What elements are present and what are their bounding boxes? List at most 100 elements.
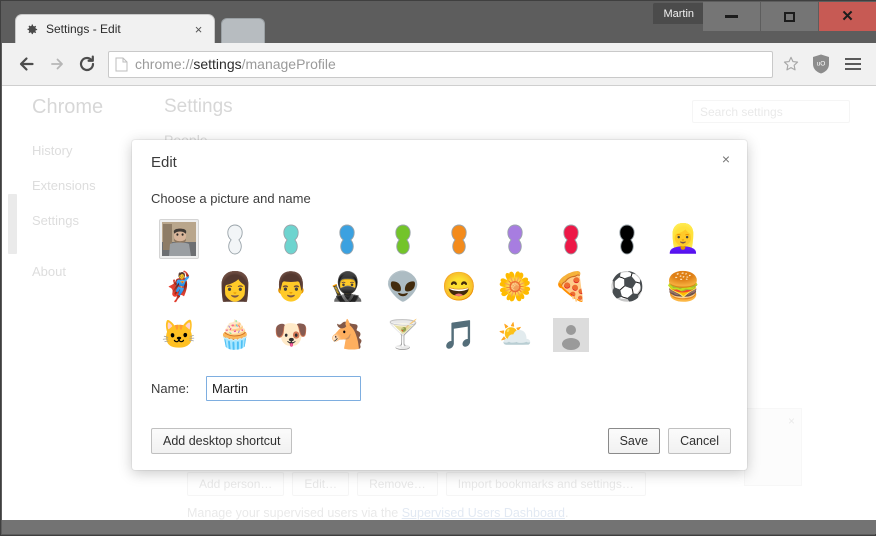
avatar-horse-glyph: 🐴: [329, 319, 365, 350]
avatar-horse-image: 🐴: [330, 321, 365, 349]
hamburger-menu-icon[interactable]: [840, 51, 866, 77]
avatar-man[interactable]: 👨: [263, 263, 319, 311]
address-bar[interactable]: chrome://settings/manageProfile: [108, 50, 773, 78]
bookmark-star-icon[interactable]: [779, 52, 803, 76]
avatar-blonde-woman-glyph: 👱‍♀️: [665, 223, 701, 254]
avatar-silhouette-green[interactable]: [375, 215, 431, 263]
avatar-photo-user-image: [159, 219, 199, 259]
back-arrow-icon: [19, 57, 34, 71]
page-document-icon: [115, 57, 128, 72]
scrollbar-thumb[interactable]: [8, 194, 17, 254]
avatar-man-image: 👨: [274, 273, 309, 301]
supervised-note-prefix: Manage your supervised users via the: [187, 506, 402, 520]
avatar-woman-sunglasses-image: 👩: [218, 273, 253, 301]
avatar-flower-glyph: 🌼: [497, 271, 533, 302]
avatar-sun-cloud-image: ⛅: [498, 321, 533, 349]
edit-person-button[interactable]: Edit…: [292, 472, 350, 496]
profile-card-close-icon[interactable]: ×: [788, 414, 795, 428]
avatar-pizza[interactable]: 🍕: [543, 263, 599, 311]
avatar-sun-cloud[interactable]: ⛅: [487, 311, 543, 359]
sidebar-brand: Chrome: [32, 96, 104, 118]
avatar-dog-glyph: 🐶: [273, 319, 309, 350]
avatar-cupcake[interactable]: 🧁: [207, 311, 263, 359]
avatar-music-note-glyph: 🎵: [441, 319, 477, 350]
avatar-ninja-glyph: 🥷: [329, 271, 365, 302]
avatar-blonde-woman[interactable]: 👱‍♀️: [655, 215, 711, 263]
tab-close-icon[interactable]: ×: [191, 22, 206, 37]
avatar-burger[interactable]: 🍔: [655, 263, 711, 311]
avatar-man-glyph: 👨: [273, 271, 309, 302]
avatar-silhouette-teal-image: [276, 223, 306, 255]
avatar-burger-image: 🍔: [666, 273, 701, 301]
avatar-music-note[interactable]: 🎵: [431, 311, 487, 359]
avatar-pizza-glyph: 🍕: [553, 271, 589, 302]
search-settings-input[interactable]: Search settings: [692, 100, 850, 123]
avatar-pizza-image: 🍕: [554, 273, 589, 301]
avatar-superhero[interactable]: 🦸: [151, 263, 207, 311]
avatar-cocktail-image: 🍸: [386, 321, 421, 349]
close-icon: ✕: [841, 8, 854, 25]
maximize-button[interactable]: [761, 2, 818, 31]
avatar-silhouette-purple[interactable]: [487, 215, 543, 263]
dialog-footer: Add desktop shortcut Save Cancel: [151, 428, 731, 454]
profile-badge[interactable]: Martin: [653, 3, 704, 24]
avatar-silhouette-red[interactable]: [543, 215, 599, 263]
avatar-cat[interactable]: 🐱: [151, 311, 207, 359]
avatar-ninja-image: 🥷: [330, 273, 365, 301]
avatar-horse[interactable]: 🐴: [319, 311, 375, 359]
avatar-cocktail[interactable]: 🍸: [375, 311, 431, 359]
avatar-silhouette-white[interactable]: [207, 215, 263, 263]
forward-button[interactable]: [42, 49, 72, 79]
extension-shield-icon[interactable]: uO: [808, 51, 834, 77]
add-person-button[interactable]: Add person…: [187, 472, 285, 496]
avatar-cat-glyph: 🐱: [161, 319, 197, 350]
avatar-woman-sunglasses[interactable]: 👩: [207, 263, 263, 311]
avatar-sun-cloud-glyph: ⛅: [497, 319, 533, 350]
avatar-smiley-glyph: 😄: [441, 271, 477, 302]
remove-person-button[interactable]: Remove…: [357, 472, 438, 496]
avatar-photo-user[interactable]: [151, 215, 207, 263]
name-label: Name:: [151, 381, 190, 396]
avatar-dog[interactable]: 🐶: [263, 311, 319, 359]
dialog-close-icon[interactable]: ×: [716, 149, 736, 169]
name-input[interactable]: [206, 376, 361, 401]
reload-button[interactable]: [72, 49, 102, 79]
avatar-alien[interactable]: 👽: [375, 263, 431, 311]
avatar-cat-image: 🐱: [162, 321, 197, 349]
cancel-button[interactable]: Cancel: [668, 428, 731, 454]
avatar-dog-image: 🐶: [274, 321, 309, 349]
avatar-flower-image: 🌼: [498, 273, 533, 301]
avatar-silhouette-blue[interactable]: [319, 215, 375, 263]
new-tab-stub[interactable]: [221, 18, 265, 43]
supervised-users-dashboard-link[interactable]: Supervised Users Dashboard: [402, 506, 565, 520]
save-button[interactable]: Save: [607, 428, 661, 454]
avatar-default-person-image: [553, 318, 589, 352]
avatar-cupcake-image: 🧁: [218, 321, 253, 349]
close-window-button[interactable]: ✕: [819, 2, 876, 31]
avatar-ninja[interactable]: 🥷: [319, 263, 375, 311]
browser-tab[interactable]: Settings - Edit ×: [15, 14, 215, 43]
profile-card[interactable]: ×: [744, 408, 802, 486]
avatar-soccer-ball-glyph: ⚽: [609, 271, 645, 302]
tab-title: Settings - Edit: [46, 22, 121, 36]
back-button[interactable]: [12, 49, 42, 79]
supervised-note-suffix: .: [564, 506, 569, 520]
import-bookmarks-button[interactable]: Import bookmarks and settings…: [445, 472, 646, 496]
address-bar-text: chrome://settings/manageProfile: [135, 56, 336, 72]
add-desktop-shortcut-button[interactable]: Add desktop shortcut: [151, 428, 293, 454]
avatar-silhouette-teal[interactable]: [263, 215, 319, 263]
avatar-silhouette-purple-image: [500, 223, 530, 255]
menu-line-3: [845, 68, 861, 70]
dialog-subtitle: Choose a picture and name: [151, 191, 311, 206]
avatar-silhouette-orange[interactable]: [431, 215, 487, 263]
avatar-flower[interactable]: 🌼: [487, 263, 543, 311]
avatar-silhouette-yellow[interactable]: [599, 215, 655, 263]
avatar-smiley[interactable]: 😄: [431, 263, 487, 311]
svg-text:uO: uO: [817, 61, 826, 68]
menu-line-2: [845, 63, 861, 65]
avatar-soccer-ball[interactable]: ⚽: [599, 263, 655, 311]
minimize-button[interactable]: [703, 2, 760, 31]
dialog-footer-actions: Save Cancel: [607, 428, 731, 454]
people-action-buttons: Add person… Edit… Remove… Import bookmar…: [187, 472, 646, 496]
avatar-default-person[interactable]: [543, 311, 599, 359]
